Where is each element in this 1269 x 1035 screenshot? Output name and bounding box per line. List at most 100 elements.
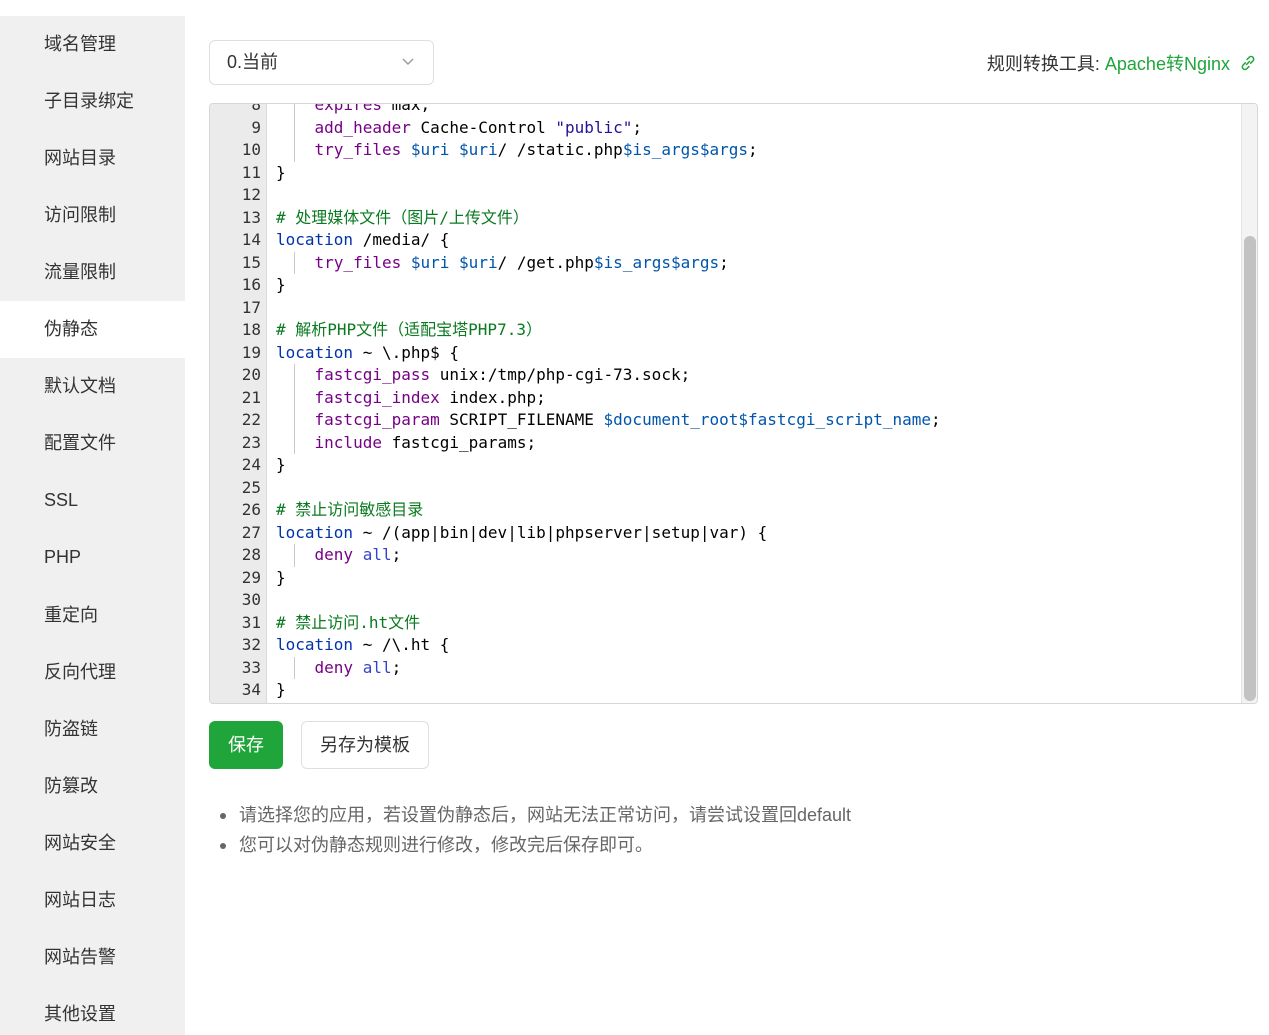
code-text: location ~ /\.ht { (276, 635, 450, 654)
line-number: 24 (241, 455, 261, 474)
sidebar-item[interactable]: 访问限制 (0, 187, 185, 244)
code-area[interactable]: 8 expires max; 9 add_header Cache-Control… (210, 103, 1240, 702)
code-line: 32 location ~ /\.ht { (210, 634, 1240, 657)
line-number: 23 (241, 432, 261, 452)
sidebar-item[interactable]: 网站目录 (0, 130, 185, 187)
code-text: try_files $uri $uri/ /get.php$is_args$ar… (314, 252, 729, 272)
sidebar-item[interactable]: 重定向 (0, 587, 185, 644)
code-line: 19 location ~ \.php$ { (210, 342, 1240, 365)
code-line: 14 location /media/ { (210, 229, 1240, 252)
sidebar-item[interactable]: 网站告警 (0, 929, 185, 986)
code-text: deny all; (314, 545, 402, 564)
line-number: 14 (241, 230, 261, 249)
code-text: } (276, 275, 286, 294)
code-text: fastcgi_pass unix:/tmp/php-cgi-73.sock; (314, 365, 691, 384)
line-number: 16 (241, 275, 261, 294)
rule-conversion-tool: 规则转换工具: Apache转Nginx (987, 50, 1257, 78)
code-text: # 解析PHP文件（适配宝塔PHP7.3） (276, 320, 542, 339)
code-text: # 禁止访问敏感目录 (276, 500, 424, 519)
code-text: try_files $uri $uri/ /static.php$is_args… (314, 140, 758, 159)
tip-item: 您可以对伪静态规则进行修改，修改完后保存即可。 (215, 830, 851, 860)
tip-item: 请选择您的应用，若设置伪静态后，网站无法正常访问，请尝试设置回default (215, 800, 851, 830)
code-line: 29} (210, 567, 1240, 590)
code-text: } (276, 455, 286, 474)
scrollbar-thumb[interactable] (1244, 236, 1256, 701)
code-line: 20 fastcgi_pass unix:/tmp/php-cgi-73.soc… (210, 364, 1240, 387)
chevron-down-icon (402, 58, 414, 65)
code-line: 18 # 解析PHP文件（适配宝塔PHP7.3） (210, 319, 1240, 342)
line-number: 26 (241, 500, 261, 519)
code-line: 8 expires max; (210, 103, 1240, 117)
rewrite-panel: 0.当前 规则转换工具: Apache转Nginx 8 expires max;… (185, 16, 1269, 1035)
code-text: location ~ \.php$ { (276, 342, 460, 362)
save-button[interactable]: 保存 (209, 721, 283, 769)
sidebar-item[interactable]: 配置文件 (0, 415, 185, 472)
sidebar-item[interactable]: 子目录绑定 (0, 73, 185, 130)
select-value: 0.当前 (227, 52, 279, 72)
code-text: include fastcgi_params; (314, 432, 537, 452)
line-number: 19 (241, 342, 261, 362)
sidebar-item[interactable]: 反向代理 (0, 644, 185, 701)
line-number: 8 (251, 103, 261, 114)
code-line: 21 fastcgi_index index.php; (210, 386, 1240, 409)
code-line: 24} (210, 454, 1240, 477)
sidebar-item[interactable]: 防盗链 (0, 701, 185, 758)
line-number: 34 (241, 680, 261, 699)
code-line: 16} (210, 274, 1240, 297)
sidebar: 域名管理 子目录绑定 网站目录 访问限制 流量限制 伪静态 默认文档 配置文件 SSL PHP 重定… (0, 16, 185, 1035)
code-line: 15 try_files $uri $uri/ /get.php$is_args… (210, 251, 1240, 274)
help-tips: 请选择您的应用，若设置伪静态后，网站无法正常访问，请尝试设置回default 您… (215, 800, 851, 860)
code-line: 11} (210, 162, 1240, 185)
line-number: 11 (241, 162, 261, 182)
code-text: location ~ /(app|bin|dev|lib|phpserver|s… (276, 522, 768, 542)
line-number: 17 (241, 297, 261, 317)
code-line: 13 # 处理媒体文件（图片/上传文件） (210, 207, 1240, 230)
code-text: # 处理媒体文件（图片/上传文件） (276, 207, 529, 227)
sidebar-item[interactable]: 网站日志 (0, 872, 185, 929)
sidebar-item[interactable]: SSL (0, 472, 185, 529)
line-number: 13 (241, 207, 261, 227)
code-line: 22 fastcgi_param SCRIPT_FILENAME $docume… (210, 409, 1240, 432)
code-text: } (276, 567, 286, 587)
line-number: 33 (241, 657, 261, 677)
code-line: 34} (210, 679, 1240, 702)
editor-scrollbar[interactable] (1241, 104, 1257, 703)
rewrite-rules-editor[interactable]: 8 expires max; 9 add_header Cache-Control… (209, 103, 1258, 704)
sidebar-item[interactable]: 流量限制 (0, 244, 185, 301)
code-text: location /media/ { (276, 230, 450, 249)
code-text: deny all; (314, 657, 402, 677)
tool-label: 规则转换工具: (986, 54, 1100, 74)
code-line: 25 (210, 477, 1240, 500)
code-text: } (276, 162, 286, 182)
line-number: 29 (241, 567, 261, 587)
sidebar-item[interactable]: 其他设置 (0, 986, 185, 1035)
sidebar-item[interactable]: 域名管理 (0, 16, 185, 73)
sidebar-item[interactable]: 网站安全 (0, 815, 185, 872)
line-number: 10 (241, 140, 261, 159)
line-number: 30 (241, 590, 261, 609)
line-number: 32 (241, 635, 261, 654)
line-number: 25 (241, 477, 261, 497)
sidebar-item[interactable]: 默认文档 (0, 358, 185, 415)
sidebar-item[interactable]: PHP (0, 529, 185, 586)
top-strip (0, 0, 1269, 16)
code-line: 28 deny all; (210, 544, 1240, 567)
rewrite-template-select[interactable]: 0.当前 (209, 40, 434, 85)
code-line: 31 # 禁止访问.ht文件 (210, 612, 1240, 635)
external-link-icon[interactable] (1239, 54, 1257, 72)
line-number: 9 (251, 117, 261, 137)
line-number: 31 (241, 612, 261, 632)
line-number: 27 (241, 522, 261, 542)
code-line: 10 try_files $uri $uri/ /static.php$is_a… (210, 139, 1240, 162)
line-number: 21 (241, 387, 261, 407)
code-line: 12 (210, 184, 1240, 207)
line-number: 22 (241, 410, 261, 429)
save-as-template-button[interactable]: 另存为模板 (301, 721, 429, 769)
code-line: 23 include fastcgi_params; (210, 431, 1240, 454)
apache-to-nginx-link[interactable]: Apache转Nginx (1105, 54, 1230, 74)
sidebar-item[interactable]: 防篡改 (0, 758, 185, 815)
sidebar-item[interactable]: 伪静态 (0, 301, 185, 359)
code-text: add_header Cache-Control "public"; (314, 117, 643, 137)
code-line: 27 location ~ /(app|bin|dev|lib|phpserver… (210, 522, 1240, 545)
code-text: # 禁止访问.ht文件 (276, 612, 421, 632)
